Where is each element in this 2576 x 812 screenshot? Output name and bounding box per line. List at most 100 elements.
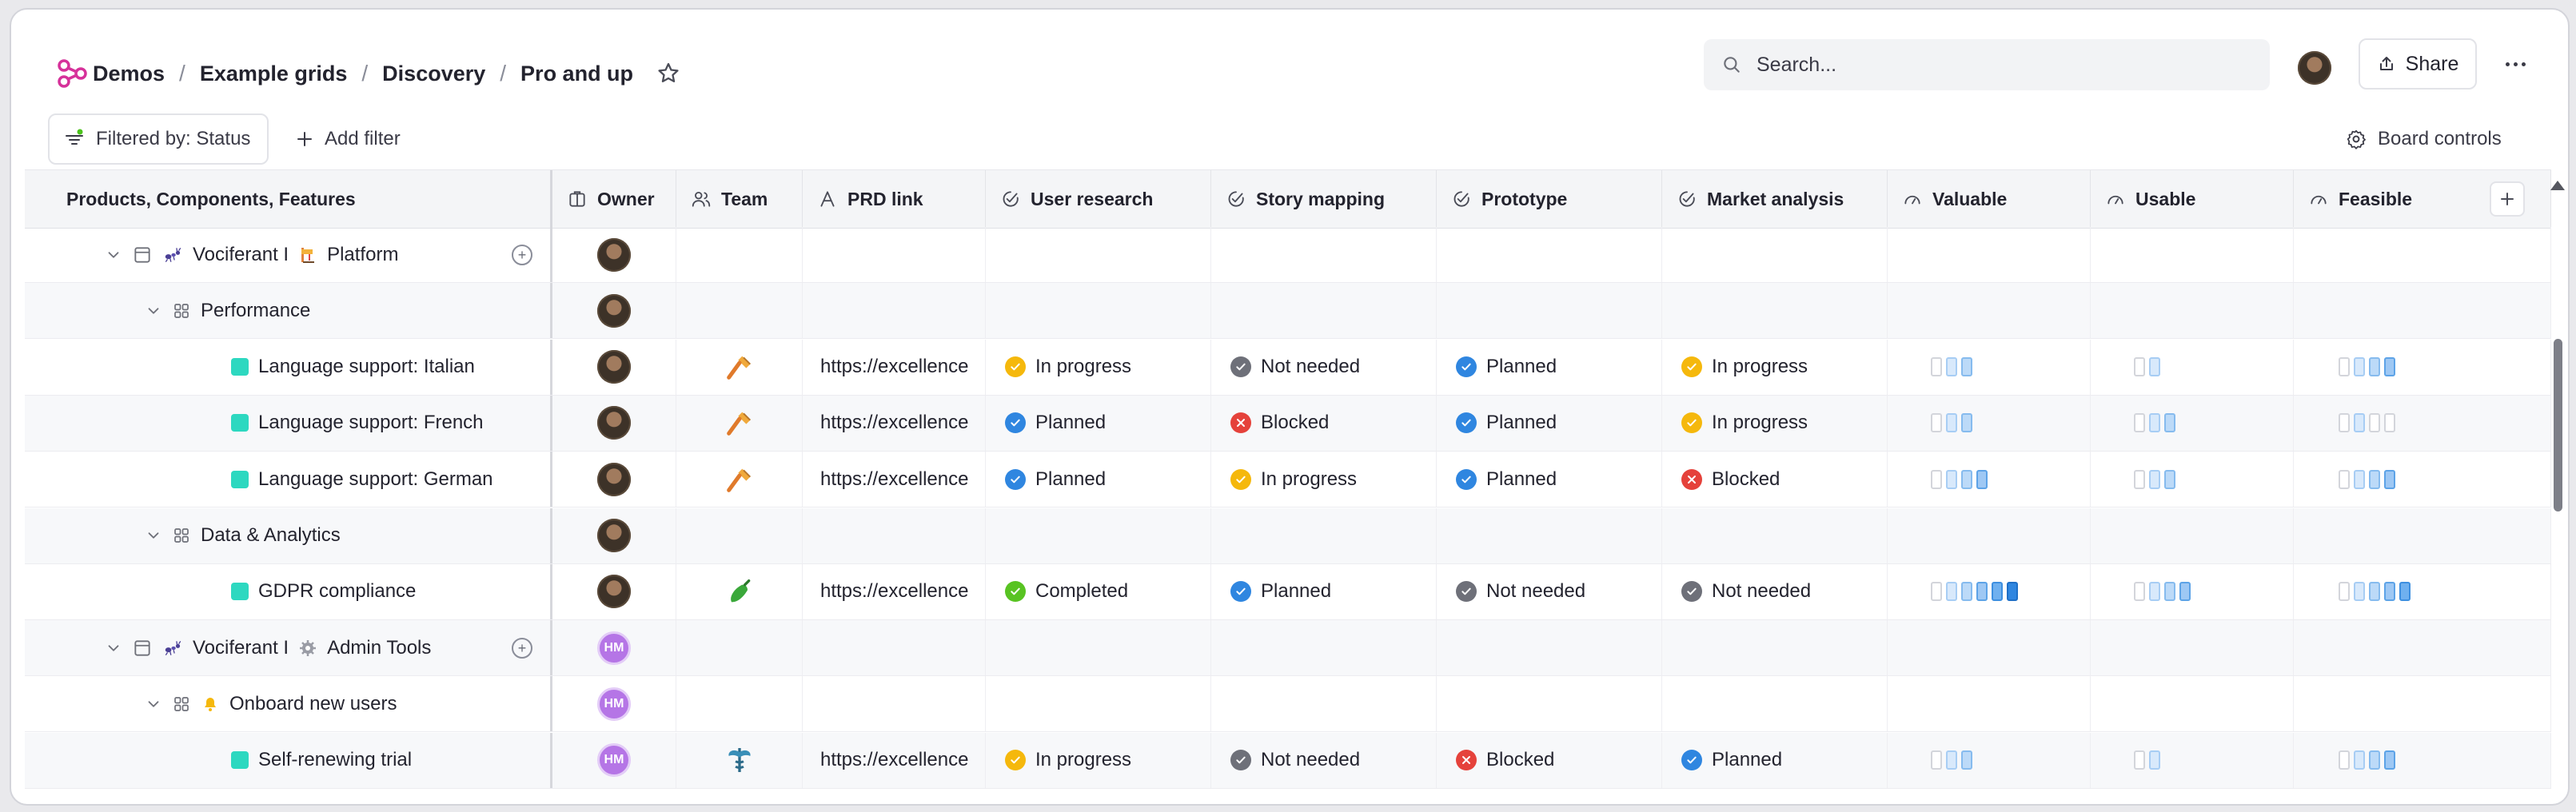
cell-usable[interactable]: [2091, 339, 2294, 395]
row-name[interactable]: Language support: French: [231, 412, 484, 434]
chevron-down-icon[interactable]: [105, 639, 122, 657]
cell-market[interactable]: [1662, 283, 1888, 339]
cell-owner[interactable]: HM: [552, 732, 676, 788]
cell-mapping[interactable]: Not needed: [1211, 339, 1437, 395]
cell-mapping[interactable]: In progress: [1211, 452, 1437, 508]
cell-market[interactable]: [1662, 620, 1888, 676]
cell-prd[interactable]: https://excellence: [803, 732, 986, 788]
cell-prototype[interactable]: Planned: [1437, 452, 1662, 508]
user-avatar[interactable]: [2298, 51, 2331, 85]
board-controls-button[interactable]: Board controls: [2346, 121, 2502, 157]
cell-research[interactable]: Planned: [986, 395, 1211, 451]
status-badge[interactable]: In progress: [1005, 356, 1131, 378]
cell-research[interactable]: [986, 283, 1211, 339]
column-header-team[interactable]: Team: [676, 170, 803, 228]
cell-market[interactable]: [1662, 676, 1888, 732]
cell-valuable[interactable]: [1888, 732, 2091, 788]
cell-usable[interactable]: [2091, 395, 2294, 451]
column-header-usable[interactable]: Usable: [2091, 170, 2294, 228]
cell-valuable[interactable]: [1888, 563, 2091, 619]
status-badge[interactable]: Completed: [1005, 580, 1128, 603]
cell-feasible[interactable]: [2294, 227, 2551, 282]
cell-mapping[interactable]: [1211, 283, 1437, 339]
cell-owner[interactable]: [552, 395, 676, 451]
row-name[interactable]: Language support: Italian: [231, 356, 475, 378]
status-badge[interactable]: Planned: [1456, 468, 1557, 491]
column-header-user-research[interactable]: User research: [986, 170, 1211, 228]
column-header-owner[interactable]: Owner: [552, 170, 676, 228]
owner-avatar[interactable]: [597, 237, 631, 272]
owner-avatar[interactable]: [597, 293, 631, 328]
column-header-prd-link[interactable]: PRD link: [803, 170, 986, 228]
cell-feasible[interactable]: [2294, 620, 2551, 676]
prd-link[interactable]: https://excellence: [820, 749, 968, 771]
cell-valuable[interactable]: [1888, 283, 2091, 339]
score-bars[interactable]: [2339, 750, 2395, 770]
status-badge[interactable]: Planned: [1005, 412, 1106, 434]
cell-prd[interactable]: https://excellence: [803, 339, 986, 395]
cell-mapping[interactable]: [1211, 227, 1437, 282]
cell-prototype[interactable]: Not needed: [1437, 563, 1662, 619]
cell-prototype[interactable]: Blocked: [1437, 732, 1662, 788]
column-header-story-mapping[interactable]: Story mapping: [1211, 170, 1437, 228]
cell-team[interactable]: [676, 395, 803, 451]
cell-research[interactable]: [986, 676, 1211, 732]
vertical-scrollbar-thumb[interactable]: [2554, 339, 2562, 511]
cell-usable[interactable]: [2091, 508, 2294, 563]
cell-valuable[interactable]: [1888, 508, 2091, 563]
cell-prototype[interactable]: Planned: [1437, 339, 1662, 395]
score-bars[interactable]: [2134, 357, 2160, 377]
cell-owner[interactable]: HM: [552, 620, 676, 676]
cell-market[interactable]: Not needed: [1662, 563, 1888, 619]
status-badge[interactable]: Blocked: [1230, 412, 1329, 434]
cell-valuable[interactable]: [1888, 452, 2091, 508]
prd-link[interactable]: https://excellence: [820, 580, 968, 603]
cell-usable[interactable]: [2091, 563, 2294, 619]
status-badge[interactable]: Not needed: [1681, 580, 1811, 603]
status-badge[interactable]: Planned: [1456, 356, 1557, 378]
cell-team[interactable]: [676, 563, 803, 619]
prd-link[interactable]: https://excellence: [820, 412, 968, 434]
cell-usable[interactable]: [2091, 452, 2294, 508]
cell-usable[interactable]: [2091, 676, 2294, 732]
owner-avatar[interactable]: HM: [597, 631, 631, 665]
row-name[interactable]: GDPR compliance: [231, 580, 416, 603]
cell-mapping[interactable]: [1211, 676, 1437, 732]
cell-owner[interactable]: [552, 227, 676, 282]
cell-market[interactable]: In progress: [1662, 339, 1888, 395]
column-header-name[interactable]: Products, Components, Features: [25, 170, 552, 228]
status-badge[interactable]: Planned: [1456, 412, 1557, 434]
column-header-valuable[interactable]: Valuable: [1888, 170, 2091, 228]
cell-research[interactable]: [986, 227, 1211, 282]
column-header-prototype[interactable]: Prototype: [1437, 170, 1662, 228]
score-bars[interactable]: [1931, 357, 1972, 377]
cell-valuable[interactable]: [1888, 227, 2091, 282]
score-bars[interactable]: [2134, 750, 2160, 770]
search-box[interactable]: [1704, 39, 2270, 90]
owner-avatar[interactable]: HM: [597, 687, 631, 721]
cell-prototype[interactable]: Planned: [1437, 395, 1662, 451]
column-header-market-analysis[interactable]: Market analysis: [1662, 170, 1888, 228]
row-name[interactable]: Data & Analytics: [145, 524, 341, 547]
cell-research[interactable]: [986, 620, 1211, 676]
cell-team[interactable]: [676, 620, 803, 676]
cell-mapping[interactable]: [1211, 508, 1437, 563]
cell-research[interactable]: In progress: [986, 732, 1211, 788]
score-bars[interactable]: [2339, 357, 2395, 377]
cell-feasible[interactable]: [2294, 563, 2551, 619]
row-name[interactable]: Language support: German: [231, 468, 493, 491]
cell-owner[interactable]: [552, 563, 676, 619]
breadcrumb-item[interactable]: Discovery: [382, 62, 485, 86]
add-child-button[interactable]: +: [512, 245, 532, 265]
add-filter-button[interactable]: Add filter: [296, 121, 401, 157]
status-badge[interactable]: In progress: [1230, 468, 1357, 491]
cell-valuable[interactable]: [1888, 339, 2091, 395]
cell-prd[interactable]: [803, 283, 986, 339]
cell-mapping[interactable]: Blocked: [1211, 395, 1437, 451]
status-badge[interactable]: In progress: [1681, 356, 1808, 378]
owner-avatar[interactable]: [597, 575, 631, 609]
more-menu-icon[interactable]: [2499, 56, 2531, 72]
cell-prd[interactable]: [803, 227, 986, 282]
cell-prototype[interactable]: [1437, 508, 1662, 563]
status-badge[interactable]: Planned: [1230, 580, 1331, 603]
